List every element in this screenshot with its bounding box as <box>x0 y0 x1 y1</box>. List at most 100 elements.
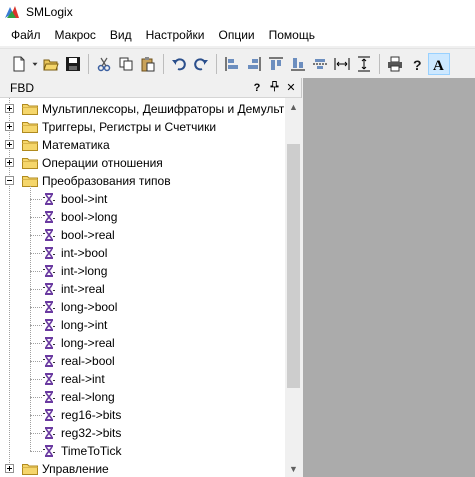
open-folder-icon <box>43 59 59 70</box>
align-right-button[interactable] <box>243 53 265 75</box>
tree-folder-label: Управление <box>42 462 109 476</box>
paste-button[interactable] <box>137 53 159 75</box>
function-block-icon <box>43 390 55 404</box>
expand-icon[interactable] <box>5 140 14 149</box>
tree-folder[interactable]: Математика <box>0 136 285 154</box>
redo-button[interactable] <box>190 53 212 75</box>
tree-folder[interactable]: Операции отношения <box>0 154 285 172</box>
title-bar: SMLogix <box>0 0 475 24</box>
function-block-icon <box>43 408 55 422</box>
function-block-icon <box>43 265 55 277</box>
cut-button[interactable] <box>93 53 115 75</box>
window-title: SMLogix <box>26 5 73 19</box>
dropdown-icon <box>32 62 38 66</box>
panel-pin-icon[interactable] <box>267 80 281 96</box>
help-button[interactable]: ? <box>406 53 428 75</box>
tree-scrollbar[interactable]: ▲ ▼ <box>285 98 302 477</box>
tree-item[interactable]: real->bool <box>0 352 285 370</box>
function-block-icon <box>43 426 55 440</box>
function-block-icon <box>43 444 55 458</box>
panel-close-icon[interactable]: ✕ <box>284 80 298 96</box>
same-height-button[interactable] <box>353 53 375 75</box>
open-button[interactable] <box>40 53 62 75</box>
function-block-icon <box>43 282 55 296</box>
function-block-icon <box>43 409 55 421</box>
folder-icon <box>22 122 38 133</box>
tree-item-label: bool->long <box>61 210 118 224</box>
diagram-canvas[interactable] <box>303 78 475 477</box>
new-dropdown-button[interactable] <box>30 53 40 75</box>
scroll-down-arrow[interactable]: ▼ <box>285 460 302 477</box>
function-block-icon <box>43 427 55 439</box>
toolbar: ? A <box>0 48 475 78</box>
tree-folder-label: Триггеры, Регистры и Счетчики <box>42 120 217 134</box>
tree-item[interactable]: long->real <box>0 334 285 352</box>
align-top-button[interactable] <box>265 53 287 75</box>
expand-icon[interactable] <box>5 464 14 473</box>
collapse-icon[interactable] <box>5 176 14 185</box>
new-file-button[interactable] <box>8 53 30 75</box>
tree-item[interactable]: bool->long <box>0 208 285 226</box>
tree-item[interactable]: real->int <box>0 370 285 388</box>
tree-item[interactable]: real->long <box>0 388 285 406</box>
tree-item[interactable]: bool->int <box>0 190 285 208</box>
cut-icon <box>97 57 111 71</box>
align-bottom-icon <box>291 57 305 70</box>
save-button[interactable] <box>62 53 84 75</box>
function-block-icon <box>43 319 55 331</box>
align-bottom-button[interactable] <box>287 53 309 75</box>
tree-item[interactable]: bool->real <box>0 226 285 244</box>
align-left-button[interactable] <box>221 53 243 75</box>
print-button[interactable] <box>384 53 406 75</box>
fbd-panel: FBD ? ✕ Мультиплексоры, Дешифраторы и Де… <box>0 78 302 477</box>
tree-item-label: int->bool <box>61 246 108 260</box>
tree-item[interactable]: reg16->bits <box>0 406 285 424</box>
function-block-icon <box>43 192 55 206</box>
menu-help[interactable]: Помощь <box>262 24 322 46</box>
text-tool-button[interactable]: A <box>428 52 450 75</box>
same-width-button[interactable] <box>331 53 353 75</box>
copy-button[interactable] <box>115 53 137 75</box>
expand-icon[interactable] <box>5 158 14 167</box>
scroll-up-arrow[interactable]: ▲ <box>285 98 302 115</box>
center-vertical-icon <box>313 58 327 69</box>
paste-icon <box>141 56 155 71</box>
tree-item[interactable]: int->real <box>0 280 285 298</box>
tree-folder[interactable]: Преобразования типов <box>0 172 285 190</box>
menu-options[interactable]: Опции <box>211 24 261 46</box>
text-icon: A <box>433 58 444 72</box>
tree-item[interactable]: long->bool <box>0 298 285 316</box>
tree-item[interactable]: long->int <box>0 316 285 334</box>
tree-item-label: long->int <box>61 318 108 332</box>
folder-icon <box>22 120 38 133</box>
tree-item-label: real->int <box>61 372 105 386</box>
function-block-icon <box>43 336 55 350</box>
function-block-icon <box>43 355 55 367</box>
menu-settings[interactable]: Настройки <box>139 24 212 46</box>
tree-folder[interactable]: Управление <box>0 460 285 477</box>
toolbar-separator <box>163 53 164 74</box>
tree-item[interactable]: TimeToTick <box>0 442 285 460</box>
tree-item[interactable]: reg32->bits <box>0 424 285 442</box>
tree-item-label: int->long <box>61 264 108 278</box>
menu-file[interactable]: Файл <box>4 24 48 46</box>
panel-header: FBD ? ✕ <box>0 78 301 98</box>
tree-folder[interactable]: Мультиплексоры, Дешифраторы и Демультипл… <box>0 100 285 118</box>
menu-view[interactable]: Вид <box>103 24 139 46</box>
panel-help-icon[interactable]: ? <box>250 80 264 96</box>
tree-folder[interactable]: Триггеры, Регистры и Счетчики <box>0 118 285 136</box>
tree-connector <box>30 325 42 326</box>
print-icon <box>388 56 402 71</box>
tree-item[interactable]: int->bool <box>0 244 285 262</box>
tree-item[interactable]: int->long <box>0 262 285 280</box>
expand-icon[interactable] <box>5 104 14 113</box>
align-left-icon <box>225 56 238 71</box>
function-block-icon <box>43 247 55 259</box>
scrollbar-thumb[interactable] <box>287 144 300 388</box>
undo-button[interactable] <box>168 53 190 75</box>
pin-icon <box>269 80 279 91</box>
expand-icon[interactable] <box>5 122 14 131</box>
toolbar-separator <box>216 53 217 74</box>
center-vertical-button[interactable] <box>309 53 331 75</box>
menu-macro[interactable]: Макрос <box>48 24 103 46</box>
